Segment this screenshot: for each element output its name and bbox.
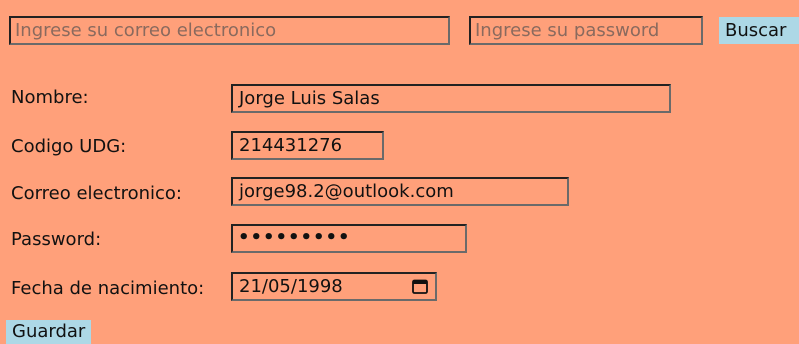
fecha-nacimiento-value: 21/05/1998 [239,276,343,297]
nombre-value: Jorge Luis Salas [239,88,380,109]
label-password: Password: [11,229,102,250]
search-button[interactable]: Buscar [719,17,799,44]
calendar-icon[interactable] [412,278,428,294]
save-button[interactable]: Guardar [6,320,92,344]
correo-value: jorge98.2@outlook.com [239,181,454,202]
codigo-udg-input[interactable]: 214431276 [231,131,384,160]
correo-input[interactable]: jorge98.2@outlook.com [231,177,569,206]
fecha-nacimiento-input[interactable]: 21/05/1998 [231,272,437,301]
search-email-input[interactable] [9,16,450,45]
search-password-input[interactable] [469,16,703,45]
password-input[interactable]: ••••••••• [231,224,467,253]
label-nombre: Nombre: [11,87,89,108]
label-correo: Correo electronico: [11,183,182,204]
nombre-input[interactable]: Jorge Luis Salas [231,84,671,113]
password-masked-value: ••••••••• [238,227,351,248]
label-codigo-udg: Codigo UDG: [11,136,127,157]
label-fecha-nacimiento: Fecha de nacimiento: [11,278,205,299]
codigo-udg-value: 214431276 [239,135,343,156]
